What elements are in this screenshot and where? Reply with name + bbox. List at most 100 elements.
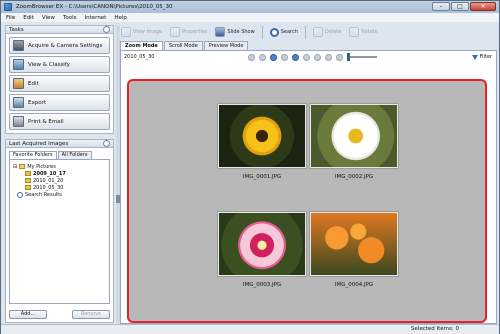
thumbnail-filename: IMG_0003.JPG bbox=[242, 282, 282, 288]
tree-item-folder[interactable]: 2010_01_20 bbox=[13, 177, 106, 184]
browser-area: 2010_05_30 Filter IMG_0001.JPG IMG_0002.… bbox=[120, 50, 497, 324]
last-acquired-title: Last Acquired Images bbox=[9, 140, 69, 147]
search-button[interactable]: Search bbox=[267, 25, 301, 39]
thumbnail-frame[interactable] bbox=[217, 211, 307, 277]
task-export[interactable]: Export bbox=[9, 94, 110, 111]
maximize-button[interactable]: □ bbox=[451, 2, 469, 11]
window-controls: – □ ✕ bbox=[432, 2, 496, 11]
zoom-out-icon[interactable] bbox=[314, 53, 321, 61]
thumbnail-filename: IMG_0004.JPG bbox=[334, 282, 374, 288]
back-icon[interactable] bbox=[248, 53, 255, 61]
thumbnail-frame[interactable] bbox=[309, 103, 399, 169]
tab-preview-mode[interactable]: Preview Mode bbox=[203, 41, 249, 50]
task-label: Acquire & Camera Settings bbox=[28, 42, 103, 49]
properties-icon bbox=[170, 27, 181, 37]
thumbnail-item[interactable]: IMG_0003.JPG bbox=[217, 211, 307, 288]
tasks-header: Tasks ˆ bbox=[5, 25, 114, 34]
filter-button[interactable]: Filter bbox=[471, 54, 492, 60]
menu-view[interactable]: View bbox=[42, 15, 55, 21]
collapse-tasks-icon[interactable]: ˆ bbox=[103, 26, 110, 33]
tree-item-label: My Pictures bbox=[27, 163, 56, 170]
tree-item-label: 2010_01_20 bbox=[33, 177, 64, 184]
title-bar[interactable]: ZoomBrowser EX - C:\Users\CANON\Pictures… bbox=[1, 1, 499, 13]
thumbnail-item[interactable]: IMG_0001.JPG bbox=[217, 103, 307, 180]
tab-zoom-mode[interactable]: Zoom Mode bbox=[120, 41, 163, 50]
rotate-label: Rotate bbox=[361, 29, 378, 35]
delete-button[interactable]: Delete bbox=[310, 25, 344, 39]
thumbnail-filename: IMG_0002.JPG bbox=[334, 174, 374, 180]
toolbar-separator bbox=[261, 25, 263, 39]
task-edit[interactable]: Edit bbox=[9, 75, 110, 92]
thumbnail-frame[interactable] bbox=[309, 211, 399, 277]
task-print-email[interactable]: Print & Email bbox=[9, 113, 110, 130]
last-acquired-header: Last Acquired Images ˆ bbox=[5, 139, 114, 148]
folder-icon bbox=[19, 164, 26, 169]
left-panel: Tasks ˆ Acquire & Camera Settings View &… bbox=[5, 25, 114, 323]
folder-icon bbox=[25, 185, 31, 190]
view-classify-icon bbox=[13, 59, 24, 70]
zoom-slider[interactable] bbox=[347, 53, 377, 61]
thumbnail-item[interactable]: IMG_0002.JPG bbox=[309, 103, 399, 180]
thumbnail-item[interactable]: IMG_0004.JPG bbox=[309, 211, 399, 288]
filter-icon bbox=[471, 54, 478, 60]
sort-icon[interactable] bbox=[281, 53, 288, 61]
task-label: Print & Email bbox=[28, 118, 64, 125]
menu-bar: File Edit View Tools Internet Help bbox=[1, 13, 499, 22]
view-mode-tabs: Zoom Mode Scroll Mode Preview Mode bbox=[120, 41, 497, 50]
zoom-slider-thumb[interactable] bbox=[347, 53, 350, 61]
print-icon bbox=[13, 116, 24, 127]
fit-icon[interactable] bbox=[325, 53, 332, 61]
remove-folder-button[interactable]: Remove bbox=[72, 310, 110, 319]
tab-favorite-folders[interactable]: Favorite Folders bbox=[9, 151, 57, 159]
minimize-button[interactable]: – bbox=[432, 2, 450, 11]
menu-tools[interactable]: Tools bbox=[63, 15, 77, 21]
collapse-last-acquired-icon[interactable]: ˆ bbox=[103, 140, 110, 147]
view-image-button[interactable]: View Image bbox=[118, 25, 165, 39]
forward-icon[interactable] bbox=[259, 53, 266, 61]
task-label: Edit bbox=[28, 80, 39, 87]
thumbnail-frame[interactable] bbox=[217, 103, 307, 169]
menu-file[interactable]: File bbox=[6, 15, 15, 21]
tree-item-folder[interactable]: 2009_10_17 bbox=[13, 170, 106, 177]
tree-item-label: 2009_10_17 bbox=[33, 170, 66, 177]
view-image-label: View Image bbox=[133, 29, 163, 35]
slide-show-button[interactable]: Slide Show bbox=[212, 25, 257, 39]
rotate-icon bbox=[349, 27, 360, 37]
tasks-title: Tasks bbox=[9, 26, 24, 33]
zoom-in-icon[interactable] bbox=[303, 53, 310, 61]
slide-show-icon bbox=[215, 27, 226, 37]
expand-toggle-icon[interactable]: ⊟ bbox=[13, 164, 17, 170]
search-icon bbox=[269, 27, 279, 37]
task-label: View & Classify bbox=[28, 61, 70, 68]
photo-yellow-flower bbox=[219, 105, 305, 167]
tree-item-folder[interactable]: 2010_05_30 bbox=[13, 184, 106, 191]
folder-tree: ⊟ My Pictures 2009_10_17 2010_01_20 2010… bbox=[9, 159, 110, 304]
menu-help[interactable]: Help bbox=[114, 15, 127, 21]
export-icon bbox=[13, 97, 24, 108]
task-view-classify[interactable]: View & Classify bbox=[9, 56, 110, 73]
tab-scroll-mode[interactable]: Scroll Mode bbox=[163, 41, 203, 50]
app-icon bbox=[4, 3, 12, 11]
add-folder-button[interactable]: Add... bbox=[9, 310, 47, 319]
tab-all-folders[interactable]: All Folders bbox=[57, 151, 92, 159]
camera-icon bbox=[13, 40, 24, 51]
select-icon[interactable] bbox=[292, 53, 299, 61]
delete-icon bbox=[312, 27, 323, 37]
rotate-button[interactable]: Rotate bbox=[346, 25, 380, 39]
menu-edit[interactable]: Edit bbox=[23, 15, 34, 21]
task-acquire-camera-settings[interactable]: Acquire & Camera Settings bbox=[9, 37, 110, 54]
folder-date-label: 2010_05_30 bbox=[124, 54, 155, 60]
folder-tabs: Favorite Folders All Folders bbox=[9, 151, 110, 159]
tree-item-search-results[interactable]: Search Results bbox=[13, 191, 106, 198]
properties-button[interactable]: Properties bbox=[167, 25, 210, 39]
close-button[interactable]: ✕ bbox=[470, 2, 496, 11]
menu-internet[interactable]: Internet bbox=[85, 15, 107, 21]
search-label: Search bbox=[280, 29, 298, 35]
thumbnail-gallery: IMG_0001.JPG IMG_0002.JPG IMG_0003.JPG I… bbox=[127, 79, 487, 323]
thumbnail-size-icon[interactable] bbox=[336, 53, 343, 61]
up-folder-icon[interactable] bbox=[270, 53, 277, 61]
tree-item-label: Search Results bbox=[25, 191, 62, 198]
photo-orange-flowers bbox=[311, 213, 397, 275]
tree-item-my-pictures[interactable]: ⊟ My Pictures bbox=[13, 163, 106, 170]
app-window: ZoomBrowser EX - C:\Users\CANON\Pictures… bbox=[0, 0, 500, 334]
